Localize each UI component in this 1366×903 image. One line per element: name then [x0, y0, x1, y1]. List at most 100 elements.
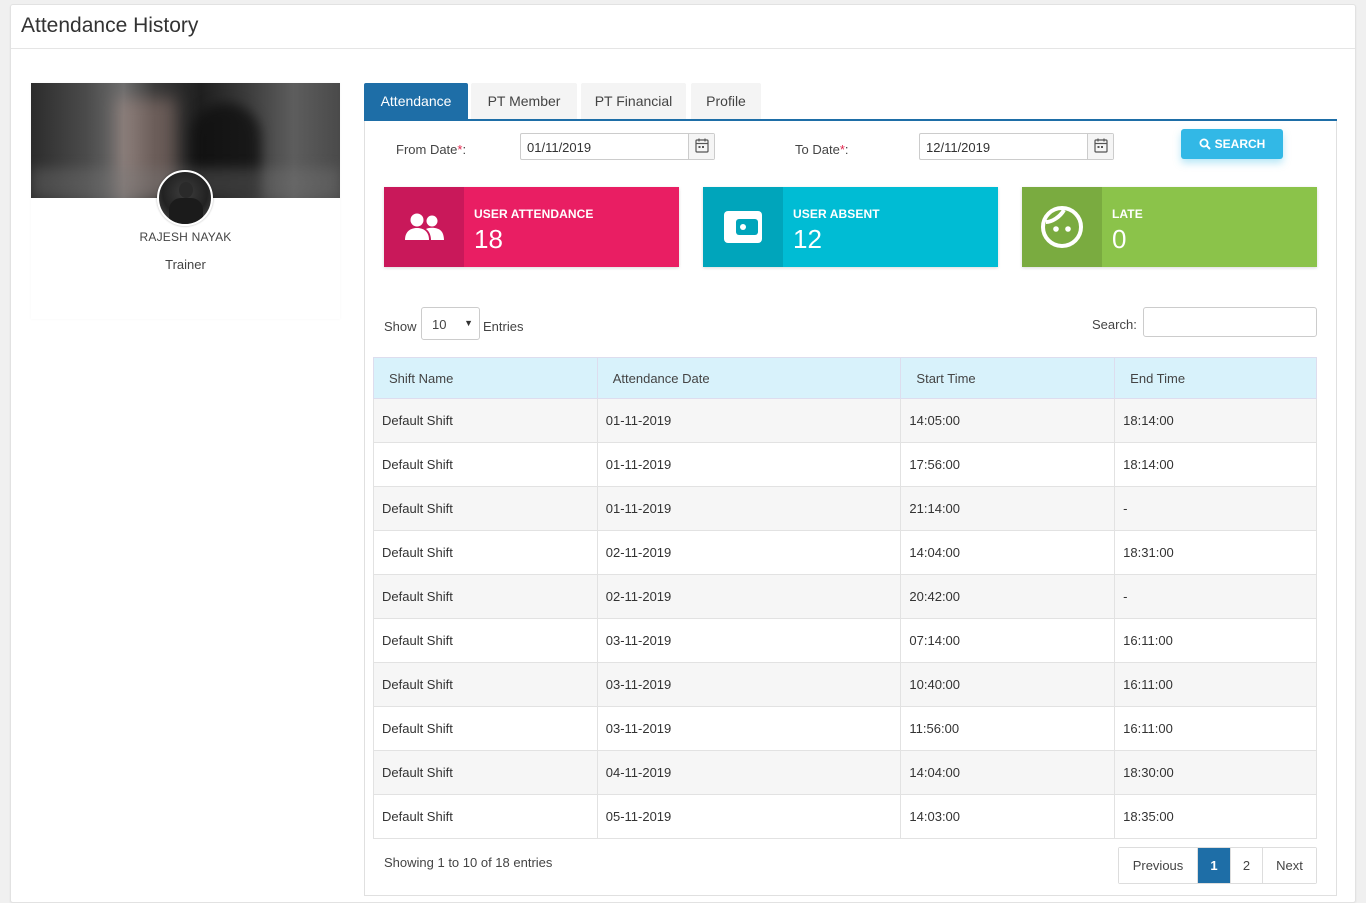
users-icon	[384, 187, 464, 267]
table-row: Default Shift 04-11-2019 14:04:00 18:30:00	[373, 750, 1317, 795]
attendance-date-cell: 05-11-2019	[596, 794, 902, 839]
table-row: Default Shift 03-11-2019 10:40:00 16:11:00	[373, 662, 1317, 707]
start-time-cell: 11:56:00	[900, 706, 1116, 751]
entries-length-value: 10	[432, 317, 447, 332]
table-row: Default Shift 02-11-2019 14:04:00 18:31:00	[373, 530, 1317, 575]
start-time-cell: 14:04:00	[900, 530, 1116, 575]
shift-name-cell: Default Shift	[373, 794, 598, 839]
column-header-end-time[interactable]: End Time	[1114, 357, 1317, 399]
shift-name-cell: Default Shift	[373, 706, 598, 751]
pagination-next[interactable]: Next	[1262, 848, 1316, 883]
profile-card: RAJESH NAYAK Trainer	[31, 83, 340, 319]
table-row: Default Shift 03-11-2019 11:56:00 16:11:00	[373, 706, 1317, 751]
end-time-cell: 18:14:00	[1114, 442, 1317, 487]
attendance-date-cell: 03-11-2019	[596, 618, 902, 663]
calendar-icon[interactable]	[1087, 134, 1113, 159]
table-search-label: Search:	[1092, 317, 1137, 332]
from-date-label: From Date*:	[396, 142, 467, 157]
attendance-date-cell: 01-11-2019	[596, 398, 902, 443]
stat-title: USER ATTENDANCE	[474, 207, 594, 221]
pagination-page-2[interactable]: 2	[1230, 848, 1262, 883]
tab-pt-member[interactable]: PT Member	[471, 83, 577, 119]
pagination-page-1[interactable]: 1	[1197, 848, 1230, 883]
search-button[interactable]: SEARCH	[1181, 129, 1283, 159]
attendance-date-cell: 02-11-2019	[596, 530, 902, 575]
end-time-cell: 16:11:00	[1114, 706, 1317, 751]
to-date-input[interactable]: 12/11/2019	[919, 133, 1114, 160]
end-time-cell: 18:30:00	[1114, 750, 1317, 795]
stat-title: USER ABSENT	[793, 207, 880, 221]
start-time-cell: 14:03:00	[900, 794, 1116, 839]
tab-pt-financial[interactable]: PT Financial	[581, 83, 686, 119]
end-time-cell: 18:35:00	[1114, 794, 1317, 839]
table-row: Default Shift 03-11-2019 07:14:00 16:11:00	[373, 618, 1317, 663]
stat-value: 18	[474, 224, 503, 254]
wallet-icon	[703, 187, 783, 267]
table-row: Default Shift 01-11-2019 17:56:00 18:14:00	[373, 442, 1317, 487]
shift-name-cell: Default Shift	[373, 530, 598, 575]
from-date-input[interactable]: 01/11/2019	[520, 133, 715, 160]
start-time-cell: 20:42:00	[900, 574, 1116, 619]
table-row: Default Shift 05-11-2019 14:03:00 18:35:00	[373, 794, 1317, 839]
table-row: Default Shift 01-11-2019 21:14:00-	[373, 486, 1317, 531]
stat-title: LATE	[1112, 207, 1143, 221]
stat-late: LATE 0	[1022, 187, 1317, 267]
profile-role: Trainer	[165, 257, 206, 272]
stat-user-absent: USER ABSENT 12	[703, 187, 998, 267]
from-date-value: 01/11/2019	[527, 140, 592, 155]
shift-name-cell: Default Shift	[373, 442, 598, 487]
start-time-cell: 10:40:00	[900, 662, 1116, 707]
table-header-row: Shift Name Attendance Date Start Time En…	[373, 357, 1317, 399]
end-time-cell: -	[1114, 486, 1317, 531]
table-row: Default Shift 01-11-2019 14:05:00 18:14:00	[373, 398, 1317, 443]
entries-length-select[interactable]: 10 ▼	[421, 307, 480, 340]
tab-attendance[interactable]: Attendance	[364, 83, 468, 119]
attendance-panel: From Date*: 01/11/2019 To Date*: 12/11/2…	[364, 121, 1337, 896]
end-time-cell: 16:11:00	[1114, 662, 1317, 707]
start-time-cell: 07:14:00	[900, 618, 1116, 663]
pagination: Previous 1 2 Next	[1118, 847, 1317, 884]
shift-name-cell: Default Shift	[373, 486, 598, 531]
profile-tabs: Attendance PT Member PT Financial Profil…	[364, 83, 1337, 121]
stat-value: 12	[793, 224, 822, 254]
shift-name-cell: Default Shift	[373, 618, 598, 663]
chevron-down-icon: ▼	[464, 318, 473, 328]
stat-value: 0	[1112, 224, 1127, 254]
table-search-input[interactable]	[1143, 307, 1317, 337]
to-date-label: To Date*:	[795, 142, 849, 157]
tab-profile[interactable]: Profile	[691, 83, 761, 119]
profile-name: RAJESH NAYAK	[139, 230, 232, 244]
page-header: Attendance History	[11, 5, 1355, 49]
entries-label: Entries	[483, 319, 524, 334]
show-label: Show	[384, 319, 417, 334]
end-time-cell: 16:11:00	[1114, 618, 1317, 663]
search-button-label: SEARCH	[1214, 137, 1266, 151]
calendar-icon[interactable]	[688, 134, 714, 159]
shift-name-cell: Default Shift	[373, 750, 598, 795]
end-time-cell: 18:31:00	[1114, 530, 1317, 575]
face-icon	[1022, 187, 1102, 267]
start-time-cell: 17:56:00	[900, 442, 1116, 487]
table-info: Showing 1 to 10 of 18 entries	[384, 855, 553, 870]
end-time-cell: 18:14:00	[1114, 398, 1317, 443]
column-header-start-time[interactable]: Start Time	[900, 357, 1116, 399]
page-title: Attendance History	[21, 14, 199, 37]
start-time-cell: 14:04:00	[900, 750, 1116, 795]
attendance-date-cell: 01-11-2019	[596, 486, 902, 531]
attendance-date-cell: 01-11-2019	[596, 442, 902, 487]
attendance-history-page: Attendance History RAJESH NAYAK Trainer …	[10, 4, 1356, 903]
to-date-value: 12/11/2019	[926, 140, 991, 155]
avatar	[157, 170, 213, 226]
shift-name-cell: Default Shift	[373, 574, 598, 619]
shift-name-cell: Default Shift	[373, 662, 598, 707]
pagination-previous[interactable]: Previous	[1119, 848, 1197, 883]
start-time-cell: 14:05:00	[900, 398, 1116, 443]
column-header-attendance-date[interactable]: Attendance Date	[596, 357, 902, 399]
table-row: Default Shift 02-11-2019 20:42:00-	[373, 574, 1317, 619]
end-time-cell: -	[1114, 574, 1317, 619]
attendance-date-cell: 03-11-2019	[596, 706, 902, 751]
search-icon	[1199, 138, 1211, 150]
column-header-shift-name[interactable]: Shift Name	[373, 357, 598, 399]
start-time-cell: 21:14:00	[900, 486, 1116, 531]
attendance-table: Shift Name Attendance Date Start Time En…	[373, 357, 1317, 839]
